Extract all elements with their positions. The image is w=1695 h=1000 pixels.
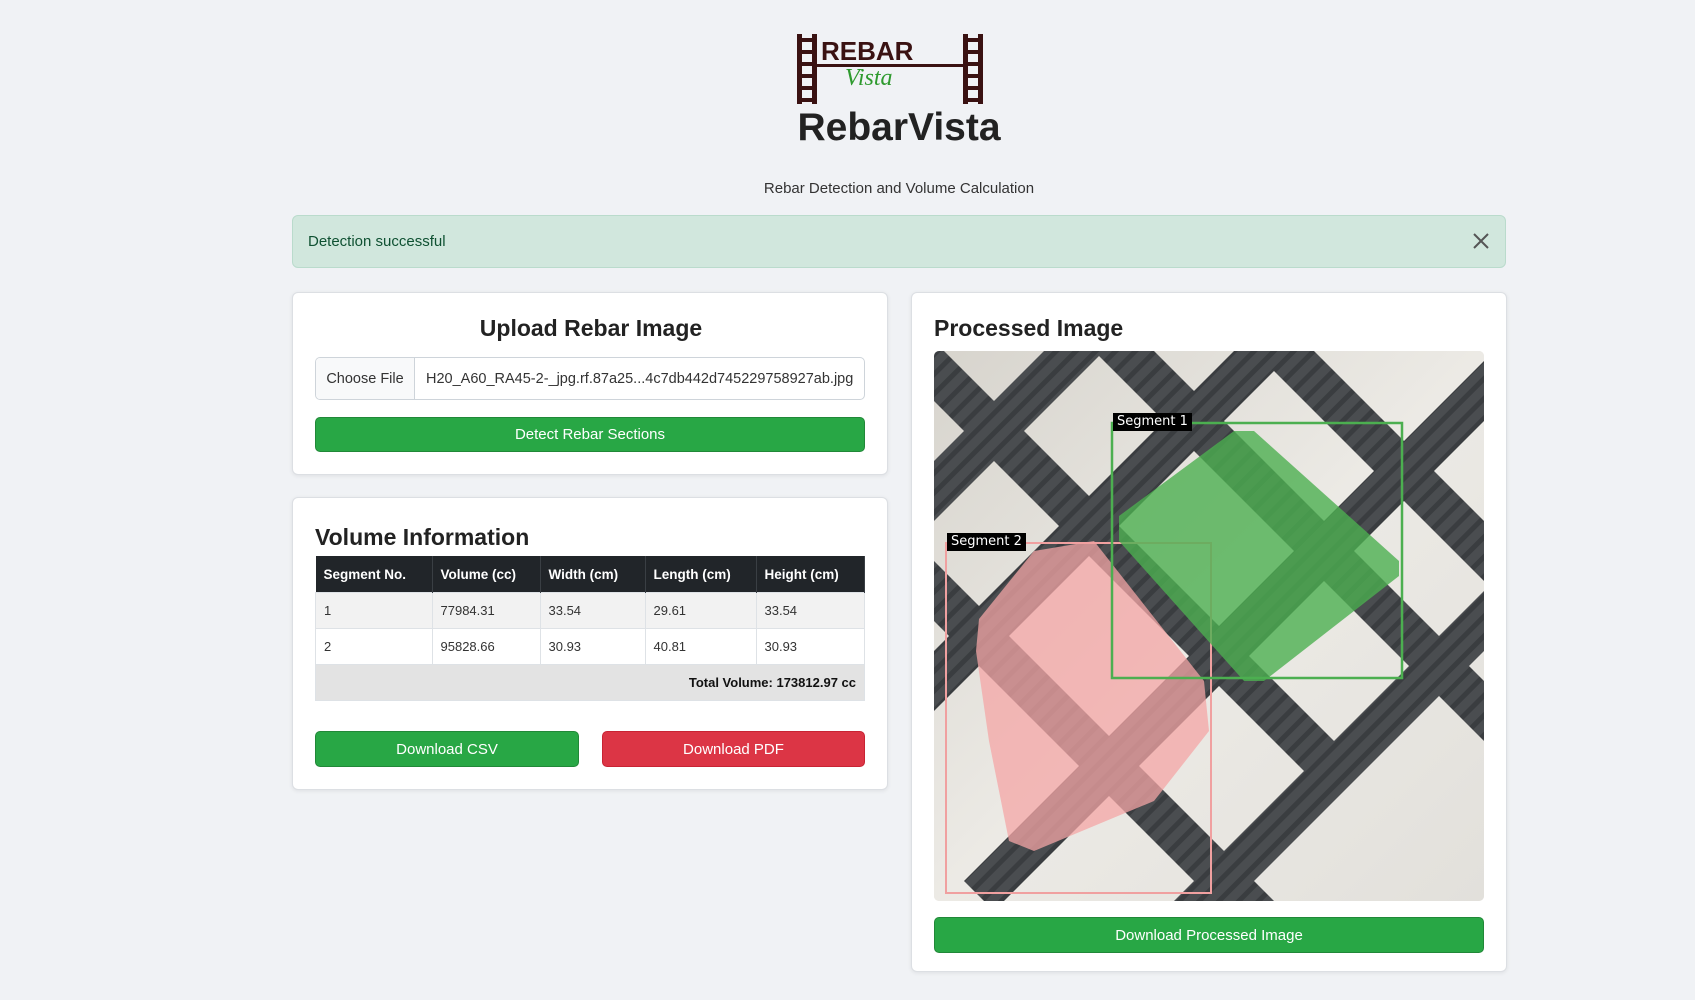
page-title: RebarVista xyxy=(797,106,1001,149)
table-cell: 33.54 xyxy=(539,592,646,629)
upload-card: Upload Rebar Image Choose File H20_A60_R… xyxy=(292,292,888,475)
column-header: Segment No. xyxy=(315,556,433,593)
table-header-row: Segment No. Volume (cc) Width (cm) Lengt… xyxy=(315,556,865,593)
success-alert: Detection successful xyxy=(292,215,1506,268)
choose-file-button[interactable]: Choose File xyxy=(316,358,415,399)
column-header: Volume (cc) xyxy=(432,556,541,593)
file-input[interactable]: Choose File H20_A60_RA45-2-_jpg.rf.87a25… xyxy=(315,357,865,400)
table-cell: 2 xyxy=(315,628,433,665)
column-header: Width (cm) xyxy=(540,556,646,593)
table-cell: 29.61 xyxy=(644,592,757,629)
processed-card: Processed Image Segment 1 Segment 2 Down… xyxy=(911,292,1507,972)
segment-label-1: Segment 1 xyxy=(1113,413,1192,431)
download-processed-image-button[interactable]: Download Processed Image xyxy=(934,917,1484,953)
segment-label-2: Segment 2 xyxy=(947,533,1026,551)
processed-title: Processed Image xyxy=(934,315,1124,341)
volume-card: Volume Information Segment No. Volume (c… xyxy=(292,497,888,790)
page-subtitle: Rebar Detection and Volume Calculation xyxy=(763,180,1035,197)
alert-message: Detection successful xyxy=(308,233,446,250)
close-icon[interactable] xyxy=(1471,231,1491,251)
table-cell: 77984.31 xyxy=(431,592,541,629)
volume-table: Segment No. Volume (cc) Width (cm) Lengt… xyxy=(315,556,865,701)
table-cell: 30.93 xyxy=(539,628,646,665)
logo-text-vista: Vista xyxy=(845,65,893,91)
total-row: Total Volume: 173812.97 cc xyxy=(315,664,865,701)
table-cell: 95828.66 xyxy=(431,628,541,665)
total-volume: Total Volume: 173812.97 cc xyxy=(315,664,865,701)
selected-file-name: H20_A60_RA45-2-_jpg.rf.87a25...4c7db442d… xyxy=(426,370,854,387)
processed-image: Segment 1 Segment 2 xyxy=(934,351,1484,901)
table-cell: 1 xyxy=(315,592,433,629)
column-header: Height (cm) xyxy=(756,556,865,593)
logo-text-rebar: REBAR xyxy=(821,36,914,66)
detect-rebar-button[interactable]: Detect Rebar Sections xyxy=(315,417,865,452)
table-row: 1 77984.31 33.54 29.61 33.54 xyxy=(315,592,865,629)
table-row: 2 95828.66 30.93 40.81 30.93 xyxy=(315,628,865,665)
rebarvista-logo: REBAR Vista xyxy=(795,28,1000,106)
table-cell: 30.93 xyxy=(755,628,865,665)
volume-title: Volume Information xyxy=(315,524,530,550)
column-header: Length (cm) xyxy=(645,556,757,593)
table-cell: 40.81 xyxy=(644,628,757,665)
download-pdf-button[interactable]: Download PDF xyxy=(602,731,865,767)
table-cell: 33.54 xyxy=(755,592,865,629)
download-csv-button[interactable]: Download CSV xyxy=(315,731,579,767)
upload-title: Upload Rebar Image xyxy=(479,315,703,341)
